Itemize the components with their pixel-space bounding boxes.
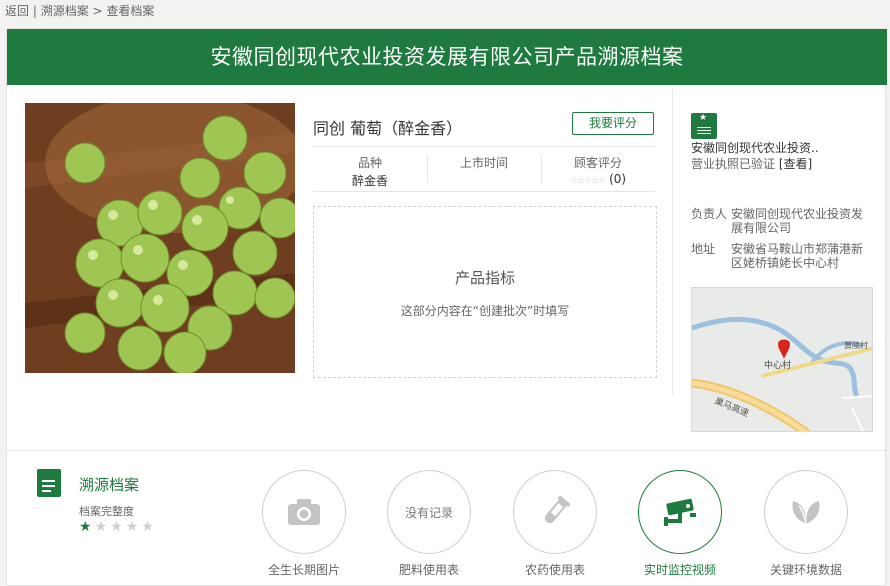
no-record-text: 没有记录 [404,505,453,520]
fertilizer-button[interactable]: 没有记录 [387,470,471,554]
growth-photos-label: 全生长期图片 [267,563,340,577]
product-indicator-box: 产品指标 这部分内容在“创建批次”时填写 [313,206,657,378]
back-link[interactable]: 返回 [5,4,29,18]
archive-panel: 安徽同创现代农业投资发展有限公司产品溯源档案 同创 葡萄（醉金香） 我要评分 品… [6,28,887,586]
monitor-video-label: 实时监控视频 [643,563,716,577]
pesticide-button[interactable] [513,470,597,554]
view-license-link[interactable]: [查看] [779,157,812,171]
license-status: 营业执照已验证 [查看] [691,155,812,172]
fertilizer-label: 肥料使用表 [398,563,459,577]
monitor-video-button[interactable] [638,470,722,554]
star-empty-icon: ★★★★ [94,519,157,535]
review-label: 顾客评分 [573,156,622,170]
rate-button[interactable]: 我要评分 [572,112,654,135]
variety-label: 品种 [357,156,382,170]
environment-data-label: 关键环境数据 [769,563,842,577]
certificate-icon: ★ [691,113,717,139]
owner-value: 安徽同创现代农业投资发展有限公司 [731,207,864,235]
completeness-label: 档案完整度 [79,505,134,518]
launch-cell: 上市时间 [427,147,541,191]
variety-value: 醉金香 [351,174,388,188]
product-name: 同创 葡萄（醉金香） [313,119,463,138]
cctv-camera-icon [664,498,696,526]
location-map[interactable]: 中心村 巢马高速 黄陵村 [691,287,873,432]
growth-photos-button[interactable] [262,470,346,554]
breadcrumb: 返回 | 溯源档案 > 查看档案 [5,2,154,19]
launch-label: 上市时间 [459,156,508,170]
breadcrumb-current: 查看档案 [106,4,155,18]
product-info-row: 品种 醉金香 上市时间 顾客评分 ☆☆☆☆☆ (0) [313,146,655,192]
breadcrumb-separator: | [29,4,41,18]
owner-label: 负责人 [691,207,728,221]
review-cell: 顾客评分 ☆☆☆☆☆ (0) [541,147,655,191]
completeness-rating: ★★★★★ [79,519,157,535]
product-photo [25,103,295,373]
breadcrumb-separator: > [88,4,107,18]
document-icon [37,469,61,497]
map-label-village: 中心村 [764,359,791,371]
review-stars: ☆☆☆☆☆ [569,176,606,186]
review-value: ☆☆☆☆☆ (0) [541,172,655,186]
trace-title: 溯源档案 [79,476,140,494]
pesticide-label: 农药使用表 [524,563,585,577]
address-label: 地址 [691,242,716,256]
camera-icon [288,499,320,525]
divider [7,450,887,451]
indicator-note: 这部分内容在“创建批次”时填写 [400,304,570,318]
environment-data-button[interactable] [764,470,848,554]
variety-cell: 品种 醉金香 [313,147,427,191]
review-count: (0) [609,172,627,186]
map-label-place: 黄陵村 [844,340,868,350]
archive-link[interactable]: 溯源档案 [41,4,89,18]
address-value: 安徽省马鞍山市郑蒲港新区姥桥镇姥长中心村 [731,242,864,270]
leaf-icon [792,501,820,525]
page-title: 安徽同创现代农业投资发展有限公司产品溯源档案 [7,29,887,85]
indicator-title: 产品指标 [454,269,515,287]
license-text: 营业执照已验证 [691,157,779,171]
company-name: 安徽同创现代农业投资.. [691,141,819,155]
divider [672,87,673,395]
grape-image [25,103,295,373]
test-tube-icon [544,495,571,524]
star-filled-icon: ★ [79,519,95,535]
